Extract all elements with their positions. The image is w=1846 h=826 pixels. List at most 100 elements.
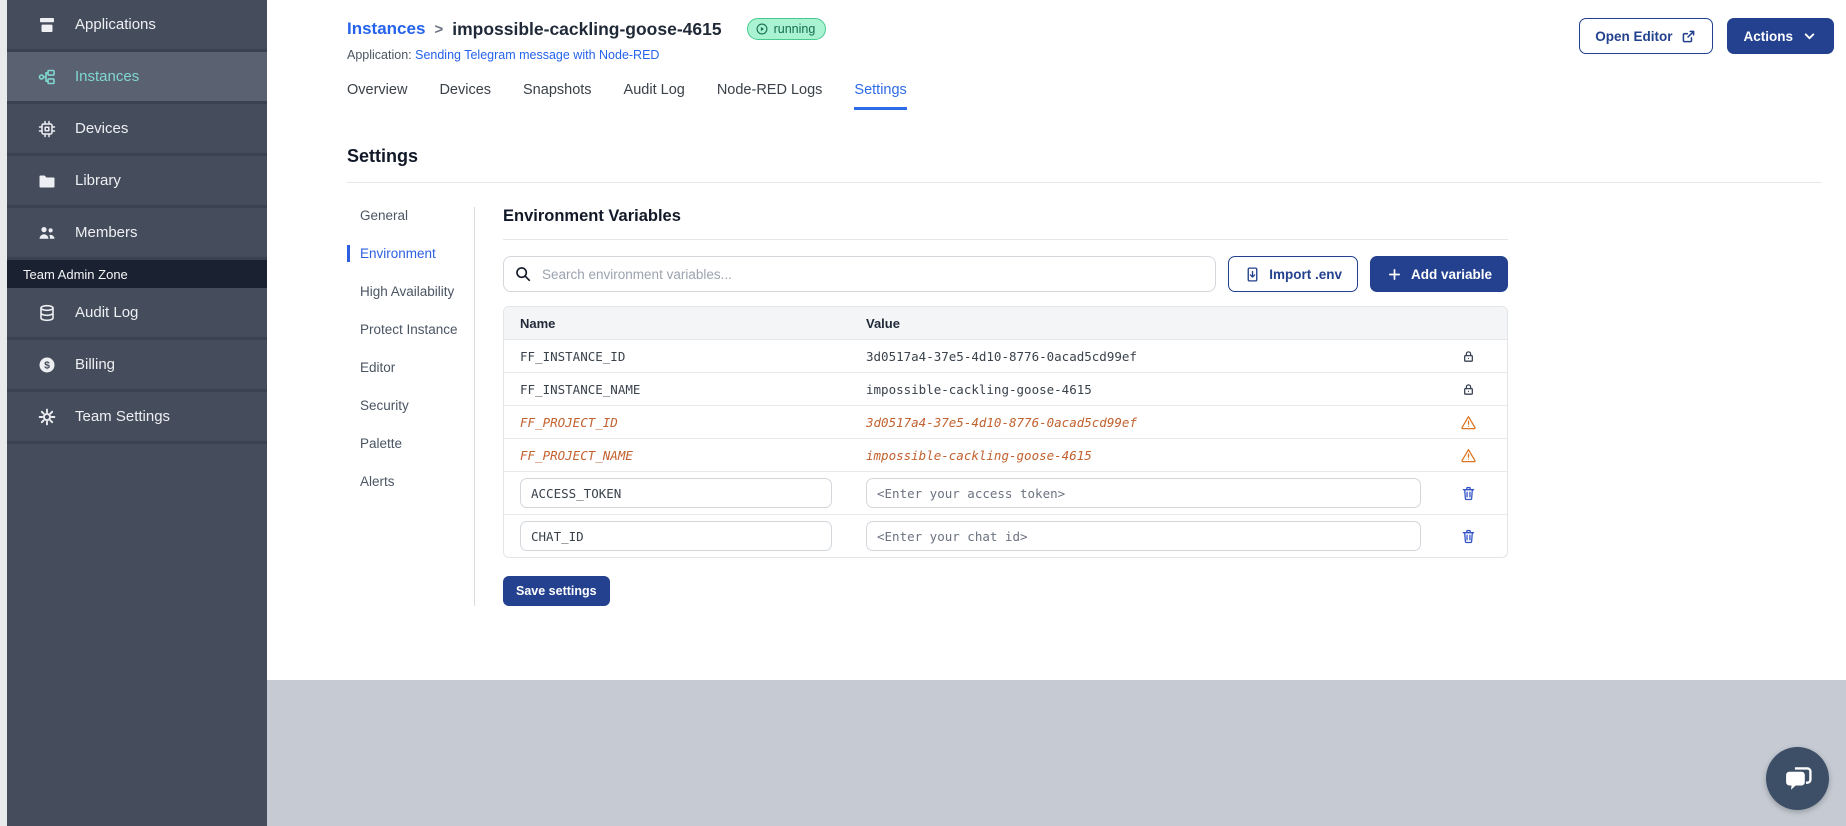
lock-icon	[1460, 381, 1477, 398]
settings-nav-environment[interactable]: Environment	[347, 245, 460, 262]
content: Instances > impossible-cackling-goose-46…	[267, 0, 1846, 680]
applications-icon	[37, 15, 57, 35]
tab-settings[interactable]: Settings	[854, 82, 907, 110]
window-edge	[0, 0, 7, 826]
tab-overview[interactable]: Overview	[347, 82, 407, 110]
settings-nav: General Environment High Availability Prote…	[347, 207, 475, 606]
sidebar-item-label: Instances	[75, 68, 140, 85]
sidebar-item-library[interactable]: Library	[7, 156, 267, 208]
env-value: impossible-cackling-goose-4615	[850, 373, 1429, 406]
app-window: Applications Instances Devices Library Membe…	[0, 0, 1846, 826]
sidebar-item-label: Devices	[75, 120, 129, 137]
tab-snapshots[interactable]: Snapshots	[523, 82, 592, 110]
sidebar-item-billing[interactable]: $ Billing	[7, 340, 267, 392]
status-text: running	[773, 22, 816, 36]
env-var-row: FF_PROJECT_NAME impossible-cackling-goose…	[504, 439, 1507, 472]
trash-icon	[1460, 485, 1477, 502]
bottom-band	[267, 680, 1846, 826]
status-badge: running	[746, 18, 827, 40]
breadcrumb: Instances > impossible-cackling-goose-46…	[347, 18, 827, 40]
team-admin-zone-label: Team Admin Zone	[7, 260, 267, 288]
svg-text:$: $	[44, 359, 50, 371]
env-value: 3d0517a4-37e5-4d10-8776-0acad5cd99ef	[850, 406, 1429, 439]
tab-devices[interactable]: Devices	[439, 82, 491, 110]
env-value-input[interactable]	[866, 521, 1421, 551]
settings-nav-palette[interactable]: Palette	[347, 435, 460, 452]
env-name: FF_INSTANCE_ID	[504, 340, 850, 373]
search-input[interactable]	[503, 256, 1217, 292]
tab-node-red-logs[interactable]: Node-RED Logs	[717, 82, 823, 110]
settings-nav-protect-instance[interactable]: Protect Instance	[347, 321, 460, 338]
panel-title: Environment Variables	[503, 207, 681, 225]
billing-icon: $	[37, 355, 57, 375]
env-name-input[interactable]	[520, 478, 832, 508]
breadcrumb-separator: >	[434, 20, 444, 38]
sidebar-item-applications[interactable]: Applications	[7, 0, 267, 52]
settings-nav-security[interactable]: Security	[347, 397, 460, 414]
instances-icon	[37, 67, 57, 87]
save-settings-button[interactable]: Save settings	[503, 576, 610, 606]
search-icon	[514, 265, 532, 283]
settings-nav-alerts[interactable]: Alerts	[347, 473, 460, 490]
actions-button[interactable]: Actions	[1727, 18, 1834, 54]
chat-widget-button[interactable]	[1766, 747, 1829, 810]
page-title: Settings	[347, 146, 419, 166]
members-icon	[37, 223, 57, 243]
tab-audit-log[interactable]: Audit Log	[624, 82, 685, 110]
plus-icon	[1386, 266, 1403, 283]
env-name: FF_INSTANCE_NAME	[504, 373, 850, 406]
sidebar-item-devices[interactable]: Devices	[7, 104, 267, 156]
env-value-input[interactable]	[866, 478, 1421, 508]
chat-icon	[1781, 762, 1815, 796]
env-name-input[interactable]	[520, 521, 832, 551]
audit-icon	[37, 303, 57, 323]
settings-divider	[347, 182, 1822, 183]
header-actions: Open Editor Actions	[1579, 18, 1834, 54]
sidebar: Applications Instances Devices Library Membe…	[7, 0, 267, 826]
open-editor-button[interactable]: Open Editor	[1579, 18, 1714, 54]
env-toolbar: Import .env Add variable	[503, 256, 1508, 292]
settings-nav-editor[interactable]: Editor	[347, 359, 460, 376]
instance-title: impossible-cackling-goose-4615	[452, 18, 722, 39]
delete-variable-button[interactable]	[1458, 483, 1479, 504]
sidebar-admin-items: Audit Log $ Billing Team Settings	[7, 288, 267, 444]
application-label: Application:	[347, 48, 412, 62]
settings-nav-general[interactable]: General	[347, 207, 460, 224]
column-header: Name	[504, 307, 850, 340]
breadcrumb-instances-link[interactable]: Instances	[347, 19, 425, 39]
sidebar-main-items: Applications Instances Devices Library Membe…	[7, 0, 267, 260]
sidebar-item-label: Members	[75, 224, 138, 241]
env-var-row	[504, 515, 1507, 557]
sidebar-item-label: Billing	[75, 356, 116, 373]
chevron-down-icon	[1801, 28, 1818, 45]
play-circle-icon	[755, 22, 769, 36]
gear-icon	[37, 407, 57, 427]
sidebar-item-instances[interactable]: Instances	[7, 52, 267, 104]
env-variables-table: Name Value FF_INSTANCE_ID 3d0517a4-37e5-4d…	[503, 306, 1508, 558]
warning-icon	[1460, 414, 1477, 431]
sidebar-item-team-settings[interactable]: Team Settings	[7, 392, 267, 444]
header-left: Instances > impossible-cackling-goose-46…	[347, 18, 827, 62]
application-link[interactable]: Sending Telegram message with Node-RED	[415, 48, 659, 62]
instance-tabs: Overview Devices Snapshots Audit Log Node-RE…	[347, 82, 1834, 110]
page-header: Instances > impossible-cackling-goose-46…	[347, 18, 1834, 62]
env-name: FF_PROJECT_NAME	[504, 439, 850, 472]
env-value: impossible-cackling-goose-4615	[850, 439, 1429, 472]
column-header	[1429, 307, 1507, 340]
sidebar-item-audit-log[interactable]: Audit Log	[7, 288, 267, 340]
library-icon	[37, 171, 57, 191]
search-wrap	[503, 256, 1217, 292]
sidebar-item-label: Audit Log	[75, 304, 139, 321]
env-var-row: FF_INSTANCE_ID 3d0517a4-37e5-4d10-8776-0a…	[504, 340, 1507, 373]
import-env-button[interactable]: Import .env	[1228, 256, 1358, 292]
add-variable-button[interactable]: Add variable	[1369, 256, 1508, 292]
panel-divider	[503, 239, 1508, 240]
settings-nav-high-availability[interactable]: High Availability	[347, 283, 460, 300]
env-var-row: FF_PROJECT_ID 3d0517a4-37e5-4d10-8776-0ac…	[504, 406, 1507, 439]
sidebar-item-members[interactable]: Members	[7, 208, 267, 260]
warning-icon	[1460, 447, 1477, 464]
settings-body: General Environment High Availability Prote…	[347, 207, 1834, 606]
env-name: FF_PROJECT_ID	[504, 406, 850, 439]
application-line: Application: Sending Telegram message wi…	[347, 48, 826, 62]
delete-variable-button[interactable]	[1458, 526, 1479, 547]
